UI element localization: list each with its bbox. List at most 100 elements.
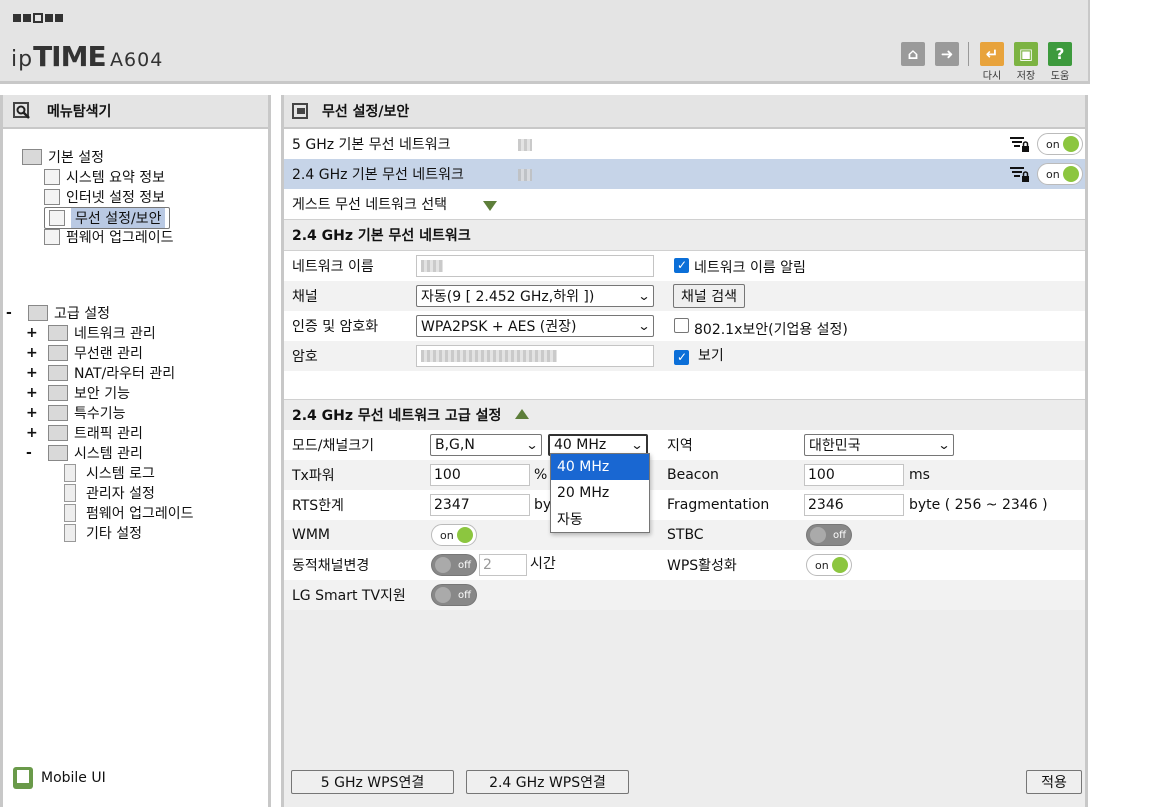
expand-icon[interactable]: +	[26, 325, 40, 341]
channel-select[interactable]: 자동(9 [ 2.452 GHz,하위 ]) ⌄	[416, 285, 654, 307]
brand-ip: ip	[11, 47, 34, 72]
tree-item-label: 펌웨어 업그레이드	[66, 230, 174, 246]
option-40mhz[interactable]: 40 MHz	[551, 454, 649, 480]
tree-item-label: 기타 설정	[86, 526, 142, 542]
expand-icon[interactable]: +	[26, 345, 40, 361]
tree-item-label: 무선랜 관리	[74, 346, 143, 362]
page-title: 무선 설정/보안	[322, 104, 410, 120]
tree-basic-label: 기본 설정	[48, 150, 104, 166]
toggle-5ghz[interactable]: on	[1037, 133, 1083, 155]
filter-lock-icon[interactable]	[1010, 136, 1030, 152]
expand-icon[interactable]: +	[26, 365, 40, 381]
password-row: 암호 보기	[284, 341, 1085, 371]
wmm-toggle[interactable]: on	[431, 524, 477, 546]
brand-time: TIME	[33, 40, 107, 73]
tree-wlan-mgmt[interactable]: + 무선랜 관리	[26, 343, 143, 363]
tree-firmware-upgrade[interactable]: 펌웨어 업그레이드	[44, 227, 174, 247]
region-select[interactable]: 대한민국 ⌄	[804, 434, 954, 456]
menu-explorer: 메뉴탐색기 기본 설정 시스템 요약 정보 인터넷 설정 정보 무선 설정/보안…	[0, 95, 271, 807]
header: ipTIME A604 ⌂ ➜ ↵ 다시 ▣ 저장 ? 도움	[0, 0, 1090, 84]
show-password-checkbox[interactable]	[674, 350, 689, 365]
help-icon[interactable]: ?	[1048, 42, 1072, 66]
guest-network-select[interactable]: 게스트 무선 네트워크 선택	[292, 194, 447, 214]
page-icon	[64, 504, 76, 522]
apply-button[interactable]: 적용	[1026, 770, 1082, 794]
basic-section-title: 2.4 GHz 기본 무선 네트워크	[292, 228, 471, 244]
advanced-section-title: 2.4 GHz 무선 네트워크 고급 설정	[292, 408, 502, 424]
collapse-icon[interactable]: -	[26, 445, 40, 461]
network-row-5ghz[interactable]: 5 GHz 기본 무선 네트워크 on	[284, 129, 1085, 159]
auth-select[interactable]: WPA2PSK + AES (권장) ⌄	[416, 315, 654, 337]
option-auto[interactable]: 자동	[551, 506, 649, 532]
mode-select[interactable]: B,G,N ⌄	[430, 434, 542, 456]
dynamic-channel-hours-input[interactable]: 2	[479, 554, 527, 576]
restart-label[interactable]: 다시	[977, 67, 1007, 82]
wps-toggle[interactable]: on	[806, 554, 852, 576]
home-icon[interactable]: ⌂	[901, 42, 925, 66]
channel-width-dropdown[interactable]: 40 MHz 20 MHz 자동	[550, 453, 650, 533]
chevron-down-icon: ⌄	[937, 438, 951, 452]
tree-advanced-settings[interactable]: - 고급 설정	[6, 303, 110, 323]
option-20mhz[interactable]: 20 MHz	[551, 480, 649, 506]
dynamic-channel-row: 동적채널변경 off 2 시간 WPS활성화 on	[284, 550, 1085, 580]
toggle-state: on	[1046, 138, 1060, 151]
toggle-24ghz[interactable]: on	[1037, 163, 1083, 185]
expand-icon[interactable]: +	[26, 425, 40, 441]
page-icon	[64, 524, 76, 542]
frag-input[interactable]: 2346	[804, 494, 904, 516]
filter-lock-icon[interactable]	[1010, 166, 1030, 182]
toggle-knob	[435, 557, 451, 573]
tree-special[interactable]: + 특수기능	[26, 403, 126, 423]
tree-firmware[interactable]: 펌웨어 업그레이드	[64, 503, 194, 523]
dynamic-channel-toggle[interactable]: off	[431, 554, 477, 576]
tree-network-mgmt[interactable]: + 네트워크 관리	[26, 323, 156, 343]
toggle-knob	[1063, 166, 1079, 182]
expand-icon[interactable]: +	[26, 405, 40, 421]
toggle-knob	[832, 557, 848, 573]
network-name-5ghz[interactable]: 5 GHz 기본 무선 네트워크	[292, 134, 450, 154]
logout-icon[interactable]: ➜	[935, 42, 959, 66]
tx-input[interactable]: 100	[430, 464, 530, 486]
tree-wireless-security[interactable]: 무선 설정/보안	[44, 207, 171, 229]
tree-traffic[interactable]: + 트래픽 관리	[26, 423, 143, 443]
tree-security[interactable]: + 보안 기능	[26, 383, 130, 403]
save-label[interactable]: 저장	[1011, 67, 1041, 82]
guest-network-row[interactable]: 게스트 무선 네트워크 선택	[284, 189, 1085, 219]
tree-nat-router[interactable]: + NAT/라우터 관리	[26, 363, 175, 383]
channel-scan-button[interactable]: 채널 검색	[673, 284, 745, 308]
tree-internet-info[interactable]: 인터넷 설정 정보	[44, 187, 165, 207]
wps-5ghz-button[interactable]: 5 GHz WPS연결	[291, 770, 454, 794]
collapse-icon[interactable]: -	[6, 305, 20, 321]
lg-tv-toggle[interactable]: off	[431, 584, 477, 606]
rts-input[interactable]: 2347	[430, 494, 530, 516]
toggle-state: off	[457, 560, 471, 571]
tree-etc-settings[interactable]: 기타 설정	[64, 523, 142, 543]
expand-icon[interactable]: +	[26, 385, 40, 401]
mobile-ui-link[interactable]: Mobile UI	[13, 767, 106, 789]
expand-down-icon[interactable]	[483, 199, 497, 215]
tree-system-mgmt[interactable]: - 시스템 관리	[26, 443, 143, 463]
mode-label: 모드/채널크기	[292, 438, 374, 454]
save-icon[interactable]: ▣	[1014, 42, 1038, 66]
tree-item-label: NAT/라우터 관리	[74, 366, 176, 382]
password-input[interactable]	[416, 345, 654, 367]
channel-row: 채널 자동(9 [ 2.452 GHz,하위 ]) ⌄ 채널 검색	[284, 281, 1085, 311]
tree-system-summary[interactable]: 시스템 요약 정보	[44, 167, 165, 187]
stbc-toggle[interactable]: off	[806, 524, 852, 546]
wmm-label: WMM	[292, 527, 331, 543]
network-name-24ghz[interactable]: 2.4 GHz 기본 무선 네트워크	[292, 164, 464, 184]
collapse-up-icon[interactable]	[515, 407, 530, 423]
broadcast-checkbox[interactable]	[674, 258, 689, 273]
auth-label: 인증 및 암호화	[292, 319, 379, 335]
tree-basic-settings[interactable]: 기본 설정	[22, 147, 104, 167]
network-name-input[interactable]	[416, 255, 654, 277]
tree-admin-settings[interactable]: 관리자 설정	[64, 483, 155, 503]
restart-icon[interactable]: ↵	[980, 42, 1004, 66]
beacon-input[interactable]: 100	[804, 464, 904, 486]
enterprise-checkbox[interactable]	[674, 318, 689, 333]
toggle-state: on	[440, 529, 454, 542]
tree-system-log[interactable]: 시스템 로그	[64, 463, 155, 483]
network-row-24ghz[interactable]: 2.4 GHz 기본 무선 네트워크 on	[284, 159, 1085, 189]
help-label[interactable]: 도움	[1045, 67, 1075, 82]
wps-24ghz-button[interactable]: 2.4 GHz WPS연결	[466, 770, 629, 794]
